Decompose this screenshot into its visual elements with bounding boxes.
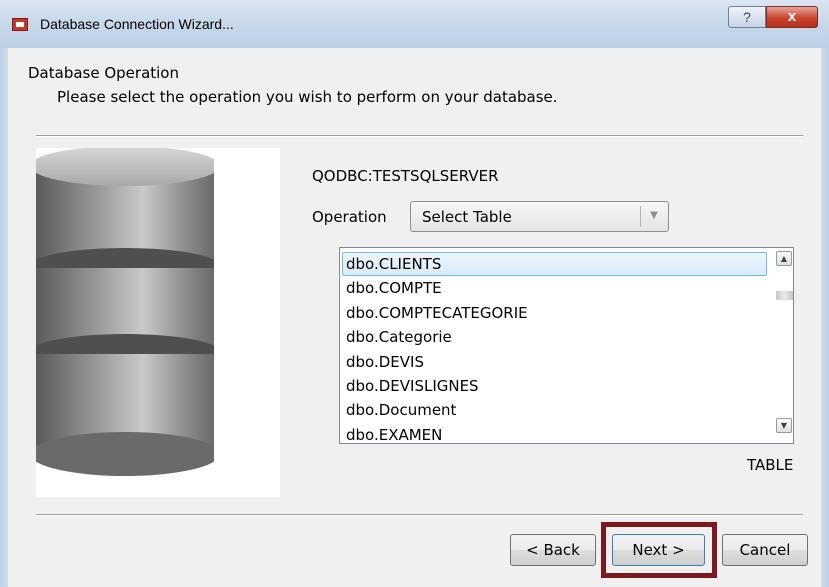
help-button[interactable]: ?	[728, 6, 766, 28]
back-button[interactable]: < Back	[510, 534, 596, 566]
list-item[interactable]: dbo.EXAMEN	[340, 423, 770, 443]
list-item[interactable]: dbo.DEVIS	[340, 350, 770, 374]
cancel-button[interactable]: Cancel	[722, 534, 808, 566]
header-divider	[36, 135, 803, 137]
operation-select-value: Select Table	[422, 208, 512, 226]
scroll-down-icon[interactable]: ▼	[776, 418, 792, 433]
database-cylinder-image	[36, 148, 280, 497]
app-icon	[12, 18, 28, 31]
scroll-thumb[interactable]	[776, 291, 793, 300]
footer-divider	[36, 514, 803, 516]
chevron-down-icon[interactable]: ▼	[646, 208, 662, 224]
list-item[interactable]: dbo.Categorie	[340, 325, 770, 349]
window-frame-left	[0, 48, 8, 587]
operation-label: Operation	[312, 208, 387, 226]
close-button[interactable]: x	[766, 6, 818, 28]
table-list: dbo.CLIENTS dbo.COMPTE dbo.COMPTECATEGOR…	[340, 252, 770, 443]
object-type-label: TABLE	[747, 456, 794, 474]
title-bar[interactable]: Database Connection Wizard... ? x	[0, 0, 829, 48]
list-item-selected[interactable]: dbo.CLIENTS	[342, 252, 767, 277]
operation-select[interactable]: Select Table ▼	[410, 201, 669, 232]
select-divider	[640, 206, 641, 227]
list-item[interactable]: dbo.COMPTE	[340, 276, 770, 300]
next-button-highlight	[601, 522, 717, 578]
list-item[interactable]: dbo.COMPTECATEGORIE	[340, 301, 770, 325]
page-subtitle: Please select the operation you wish to …	[57, 88, 558, 106]
page-title: Database Operation	[28, 64, 179, 82]
list-item[interactable]: dbo.DEVISLIGNES	[340, 374, 770, 398]
window-title: Database Connection Wizard...	[40, 16, 234, 32]
list-scrollbar[interactable]: ▲ ▼	[773, 248, 793, 443]
table-listbox[interactable]: dbo.CLIENTS dbo.COMPTE dbo.COMPTECATEGOR…	[339, 247, 794, 444]
connection-name: QODBC:TESTSQLSERVER	[312, 167, 499, 185]
scroll-up-icon[interactable]: ▲	[776, 251, 792, 266]
wizard-window: Database Connection Wizard... ? x Databa…	[0, 0, 829, 587]
window-frame-right	[821, 48, 829, 587]
list-item[interactable]: dbo.Document	[340, 398, 770, 422]
